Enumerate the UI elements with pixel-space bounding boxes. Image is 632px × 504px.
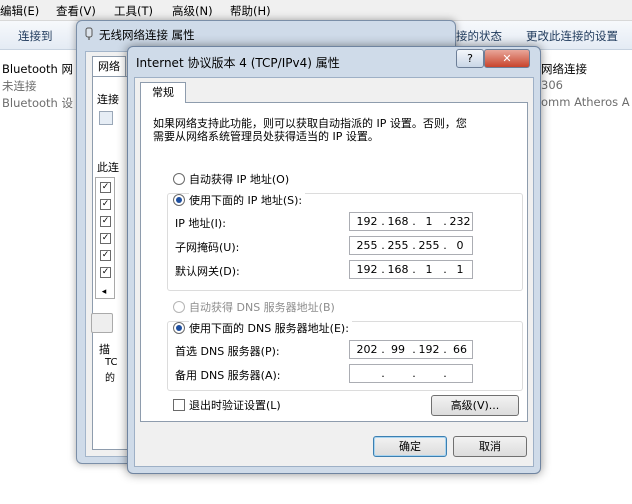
wireless-device-name: omm Atheros A <box>541 95 630 109</box>
bluetooth-device-name: Bluetooth 设 <box>2 96 73 110</box>
scroll-left-icon[interactable]: ◂ <box>95 287 113 301</box>
dialog-body: 常规 如果网络支持此功能，则可以获取自动指派的 IP 设置。否则，您 需要从网络… <box>134 77 534 467</box>
octet-separator: . <box>381 343 385 356</box>
cancel-button[interactable]: 取消 <box>453 436 527 457</box>
manual-ip-radio[interactable] <box>173 194 185 206</box>
ip-address-label: IP 地址(I): <box>175 217 226 230</box>
dns1-octet-4: 66 <box>453 343 467 356</box>
auto-dns-radio[interactable] <box>173 301 185 313</box>
ok-button[interactable]: 确定 <box>373 436 447 457</box>
alternate-dns-input[interactable]: . . . <box>349 364 473 383</box>
manual-ip-label[interactable]: 使用下面的 IP 地址(S): <box>189 192 306 208</box>
alternate-dns-label: 备用 DNS 服务器(A): <box>175 369 281 382</box>
connect-to-button[interactable]: 连接到 <box>18 28 53 44</box>
ip-octet-1: 192 <box>356 215 378 228</box>
gateway-input[interactable]: 192 . 168 . 1 . 1 <box>349 260 473 279</box>
octet-separator: . <box>381 263 385 276</box>
description-label: 描 <box>99 343 110 356</box>
ipv4-properties-dialog: Internet 协议版本 4 (TCP/IPv4) 属性 ? ✕ 常规 如果网… <box>127 46 541 474</box>
octet-separator: . <box>443 367 447 380</box>
dns1-octet-1: 202 <box>356 343 378 356</box>
octet-separator: . <box>443 263 447 276</box>
manual-dns-label[interactable]: 使用下面的 DNS 服务器地址(E): <box>189 320 352 336</box>
connect-using-label: 连接 <box>97 93 119 106</box>
auto-ip-radio[interactable] <box>173 173 185 185</box>
preferred-dns-label: 首选 DNS 服务器(P): <box>175 345 280 358</box>
install-button[interactable] <box>91 313 113 333</box>
bluetooth-connection-name[interactable]: Bluetooth 网 <box>2 61 73 77</box>
wireless-adapter-icon <box>85 27 93 40</box>
menu-tools[interactable]: 工具(T) <box>114 3 153 19</box>
octet-separator: . <box>381 367 385 380</box>
dns1-octet-3: 192 <box>418 343 440 356</box>
auto-ip-label[interactable]: 自动获得 IP 地址(O) <box>189 171 289 187</box>
validate-on-exit-checkbox[interactable] <box>173 399 185 411</box>
octet-separator: . <box>381 215 385 228</box>
close-icon: ✕ <box>502 52 512 65</box>
octet-separator: . <box>443 215 447 228</box>
subnet-mask-input[interactable]: 255 . 255 . 255 . 0 <box>349 236 473 255</box>
mask-octet-4: 0 <box>456 239 464 252</box>
dialog-title: Internet 协议版本 4 (TCP/IPv4) 属性 <box>136 56 340 70</box>
adapter-icon <box>99 111 113 125</box>
gateway-octet-1: 192 <box>356 263 378 276</box>
item-checkbox[interactable]: ✓ <box>100 216 111 227</box>
octet-separator: . <box>412 263 416 276</box>
wireless-dialog-title: 无线网络连接 属性 <box>99 28 195 42</box>
menu-advanced[interactable]: 高级(N) <box>172 3 213 19</box>
general-tab-panel: 如果网络支持此功能，则可以获取自动指派的 IP 设置。否则，您 需要从网络系统管… <box>140 102 528 422</box>
gateway-label: 默认网关(D): <box>175 265 240 278</box>
help-button[interactable]: ? <box>456 49 484 68</box>
items-label: 此连 <box>97 161 119 174</box>
view-status-button[interactable]: 接的状态 <box>456 28 502 44</box>
dns1-octet-2: 99 <box>391 343 405 356</box>
menu-bar: 编辑(E) 查看(V) 工具(T) 高级(N) 帮助(H) <box>0 0 632 21</box>
menu-help[interactable]: 帮助(H) <box>230 3 271 19</box>
change-settings-button[interactable]: 更改此连接的设置 <box>526 28 618 44</box>
description-text-line1: TC <box>105 357 118 368</box>
mask-octet-3: 255 <box>418 239 440 252</box>
description-line1: 如果网络支持此功能，则可以获取自动指派的 IP 设置。否则，您 <box>153 117 467 130</box>
item-checkbox[interactable]: ✓ <box>100 182 111 193</box>
preferred-dns-input[interactable]: 202 . 99 . 192 . 66 <box>349 340 473 359</box>
ip-octet-4: 232 <box>449 215 471 228</box>
description-line2: 需要从网络系统管理员处获得适当的 IP 设置。 <box>153 130 379 143</box>
menu-view[interactable]: 查看(V) <box>56 3 96 19</box>
ip-address-input[interactable]: 192 . 168 . 1 . 232 <box>349 212 473 231</box>
item-checkbox[interactable]: ✓ <box>100 267 111 278</box>
manual-dns-radio[interactable] <box>173 322 185 334</box>
item-checkbox[interactable]: ✓ <box>100 199 111 210</box>
octet-separator: . <box>443 239 447 252</box>
gateway-octet-4: 1 <box>456 263 464 276</box>
subnet-mask-label: 子网掩码(U): <box>175 241 240 254</box>
wireless-connection-name[interactable]: 网络连接 <box>541 61 587 77</box>
octet-separator: . <box>412 239 416 252</box>
mask-octet-1: 255 <box>356 239 378 252</box>
menu-edit[interactable]: 编辑(E) <box>0 3 39 19</box>
validate-on-exit-label[interactable]: 退出时验证设置(L) <box>189 397 281 413</box>
bluetooth-connection-status: 未连接 <box>2 79 37 93</box>
description-text-line2: 的 <box>105 373 115 384</box>
ip-octet-3: 1 <box>425 215 433 228</box>
auto-dns-label[interactable]: 自动获得 DNS 服务器地址(B) <box>189 299 335 315</box>
octet-separator: . <box>412 215 416 228</box>
gateway-octet-3: 1 <box>425 263 433 276</box>
octet-separator: . <box>381 239 385 252</box>
item-checkbox[interactable]: ✓ <box>100 250 111 261</box>
close-button[interactable]: ✕ <box>484 49 530 68</box>
octet-separator: . <box>443 343 447 356</box>
item-checkbox[interactable]: ✓ <box>100 233 111 244</box>
advanced-button[interactable]: 高级(V)... <box>431 395 519 416</box>
octet-separator: . <box>412 367 416 380</box>
mask-octet-2: 255 <box>387 239 409 252</box>
octet-separator: . <box>412 343 416 356</box>
ip-octet-2: 168 <box>387 215 409 228</box>
tab-general[interactable]: 常规 <box>140 82 186 103</box>
items-list[interactable]: ✓ ✓ ✓ ✓ ✓ ✓ <box>95 177 115 299</box>
help-icon: ? <box>467 52 473 65</box>
wireless-connection-status: 306 <box>541 78 563 92</box>
gateway-octet-2: 168 <box>387 263 409 276</box>
tab-network[interactable]: 网络 <box>92 56 126 77</box>
